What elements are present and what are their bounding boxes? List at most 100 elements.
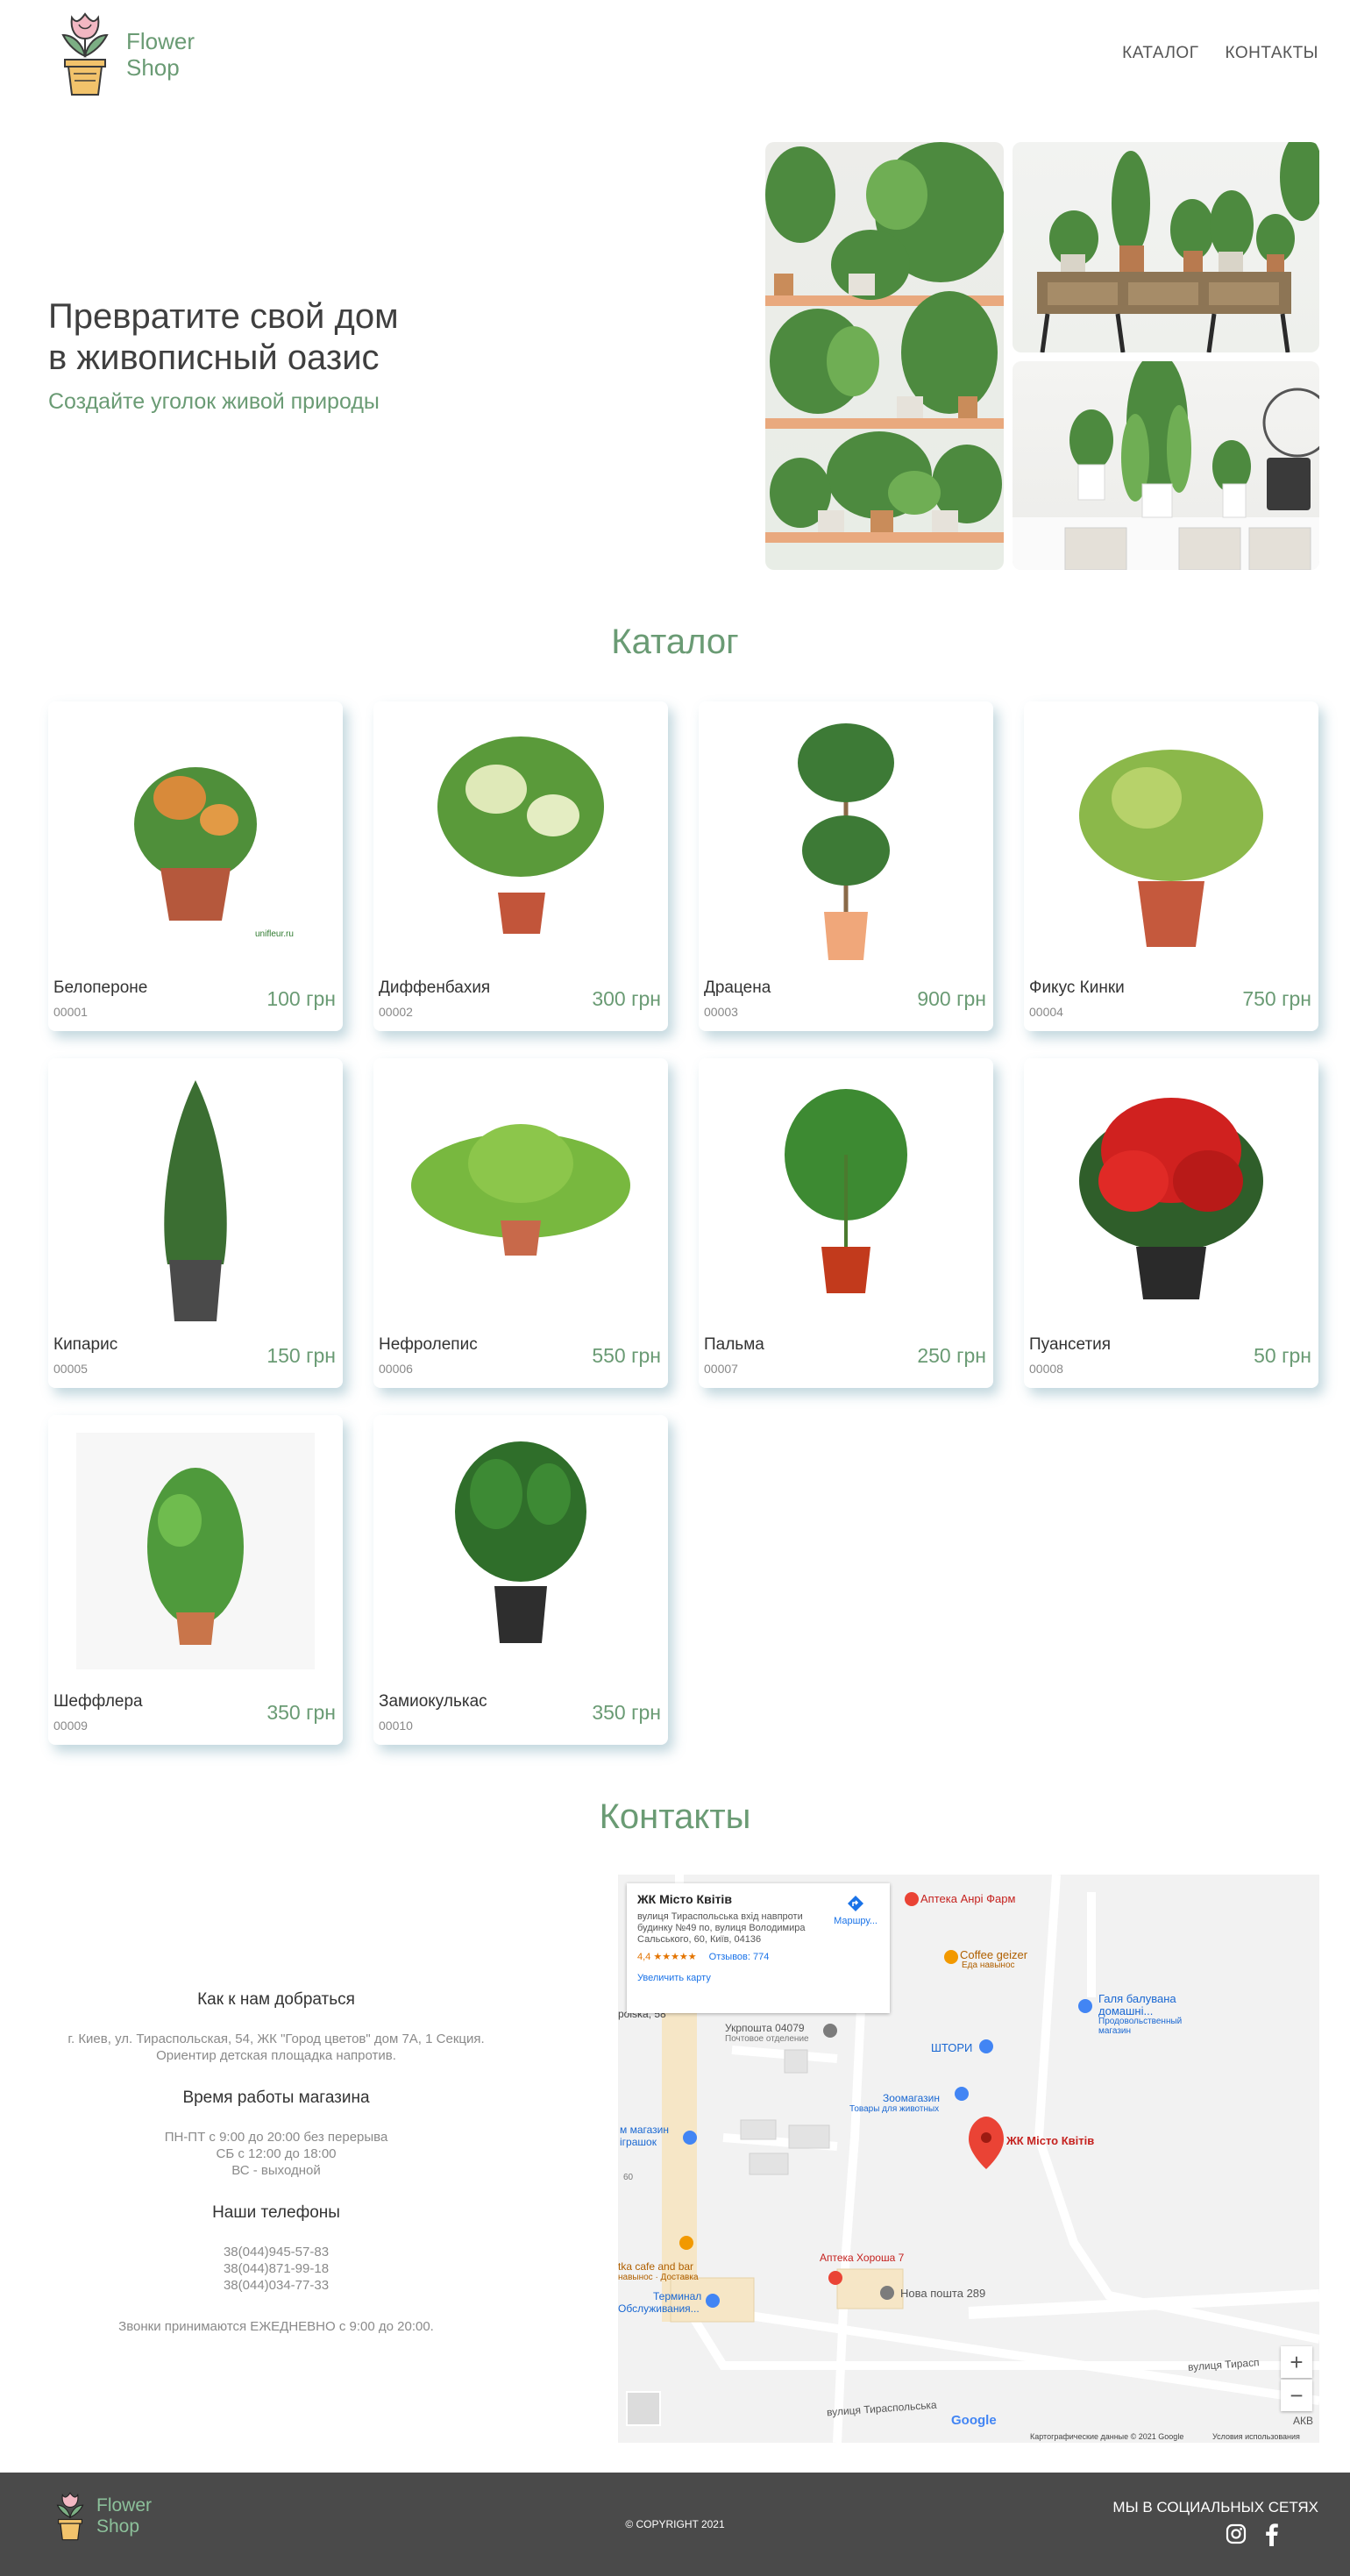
social-icons — [1226, 2523, 1278, 2546]
google-logo: Google — [951, 2413, 997, 2428]
product-image[interactable] — [699, 1058, 993, 1330]
product-price: 100 грн — [266, 987, 336, 1010]
phone-2[interactable]: 38(044)871-99-18 — [48, 2260, 504, 2277]
image-watermark: unifleur.ru — [255, 929, 294, 939]
hours-line2: СБ с 12:00 до 18:00 — [216, 2146, 337, 2161]
route-label: Маршру... — [834, 1916, 878, 1926]
main-nav: КАТАЛОГ КОНТАКТЫ — [1122, 44, 1318, 63]
hero-subtitle: Создайте уголок живой природы — [48, 389, 380, 414]
map-label-ukrposhta: Укрпошта 04079 — [725, 2022, 805, 2034]
hero-image-shelves — [765, 142, 1004, 570]
address-line1: г. Киев, ул. Тираспольская, 54, ЖК "Горо… — [68, 2032, 485, 2046]
site-header: Flower Shop КАТАЛОГ КОНТАКТЫ — [0, 0, 1350, 110]
hours-heading: Время работы магазина — [182, 2089, 370, 2107]
map-label-nova: Нова пошта 289 — [900, 2287, 986, 2300]
map-pin-icon[interactable] — [969, 2117, 1004, 2169]
copyright: © COPYRIGHT 2021 — [625, 2518, 725, 2530]
footer-brand-name: Flower Shop — [96, 2495, 152, 2537]
brand-line2: Shop — [126, 54, 180, 81]
product-name: Пальма — [704, 1335, 764, 1354]
map-label-coffee-sub: Еда навынос — [962, 1960, 1015, 1970]
map-label-zoo: Зоомагазин — [883, 2092, 941, 2104]
zoom-out-button[interactable]: − — [1281, 2380, 1312, 2411]
product-image[interactable] — [1024, 701, 1318, 973]
map-label-apteka-anri: Аптека Анрі Фарм — [920, 1892, 1016, 1905]
map-label-apteka-horosha: Аптека Хороша 7 — [820, 2252, 905, 2264]
product-image[interactable] — [373, 701, 668, 973]
map-label-galia: Галя балувана — [1098, 1992, 1176, 2005]
flower-pot-icon — [56, 2492, 84, 2541]
address-text: г. Киев, ул. Тираспольская, 54, ЖК "Горо… — [48, 2031, 504, 2064]
brand-line1: Flower — [126, 28, 195, 54]
map-label-zoo-sub: Товары для животных — [849, 2104, 940, 2114]
product-card[interactable]: Диффенбахия 00002 300 грн — [373, 701, 668, 1031]
phone-3[interactable]: 38(044)034-77-33 — [48, 2277, 504, 2294]
product-price: 550 грн — [592, 1344, 661, 1367]
product-image[interactable] — [48, 1058, 343, 1330]
social-title: МЫ В СОЦИАЛЬНЫХ СЕТЯХ — [1112, 2499, 1318, 2516]
product-image[interactable] — [48, 1415, 343, 1687]
product-card[interactable]: Пуансетия 00008 50 грн — [1024, 1058, 1318, 1388]
product-card[interactable]: Фикус Кинки 00004 750 грн — [1024, 701, 1318, 1031]
route-button[interactable]: Маршру... — [834, 1894, 878, 1926]
instagram-icon[interactable] — [1226, 2523, 1247, 2544]
product-price: 350 грн — [592, 1701, 661, 1724]
logo[interactable]: Flower Shop — [58, 11, 195, 98]
map-copyright: Картографические данные © 2021 Google — [1030, 2432, 1184, 2441]
hero-image-console — [1012, 142, 1319, 352]
hours-text: ПН-ПТ с 9:00 до 20:00 без перерыва СБ с … — [48, 2129, 504, 2179]
product-card[interactable]: Кипарис 00005 150 грн — [48, 1058, 343, 1388]
map-terms-link[interactable]: Условия использования — [1212, 2432, 1300, 2441]
contact-info: Как к нам добраться г. Киев, ул. Тираспо… — [48, 1990, 504, 2359]
nav-catalog-link[interactable]: КАТАЛОГ — [1122, 44, 1198, 63]
product-code: 00001 — [53, 1005, 88, 1019]
product-name: Драцена — [704, 978, 771, 997]
product-name: Фикус Кинки — [1029, 978, 1125, 997]
product-image[interactable] — [373, 1415, 668, 1687]
product-card[interactable]: Пальма 00007 250 грн — [699, 1058, 993, 1388]
product-card[interactable]: Шеффлера 00009 350 грн — [48, 1415, 343, 1745]
product-code: 00002 — [379, 1005, 413, 1019]
product-image[interactable] — [699, 701, 993, 973]
flower-pot-icon — [61, 12, 109, 96]
product-price: 750 грн — [1242, 987, 1311, 1010]
product-card[interactable]: Нефролепис 00006 550 грн — [373, 1058, 668, 1388]
place-info-card: ЖК Місто Квітів вулиця Тираспольська вхі… — [627, 1883, 890, 2013]
product-image[interactable]: unifleur.ru — [48, 701, 343, 973]
product-card[interactable]: Драцена 00003 900 грн — [699, 701, 993, 1031]
place-address: вулиця Тираспольська вхід навпроти будин… — [637, 1911, 806, 1945]
google-map[interactable]: Аптека Анрі Фарм Coffee geizer Еда навын… — [618, 1875, 1319, 2443]
footer-brand-line1: Flower — [96, 2495, 153, 2516]
product-name: Диффенбахия — [379, 978, 491, 997]
catalog-title: Каталог — [611, 623, 739, 661]
product-code: 00005 — [53, 1362, 88, 1376]
product-card[interactable]: Замиокулькас 00010 350 грн — [373, 1415, 668, 1745]
zoom-in-button[interactable]: + — [1281, 2346, 1312, 2378]
product-code: 00009 — [53, 1719, 88, 1733]
product-card[interactable]: unifleur.ru Белопероне 00001 100 грн — [48, 701, 343, 1031]
product-name: Пуансетия — [1029, 1335, 1112, 1354]
hero-title-line1: Превратите свой дом — [48, 297, 399, 336]
phone-1[interactable]: 38(044)945-57-83 — [48, 2244, 504, 2260]
map-label-cafe: tka cafe and bar — [618, 2260, 694, 2273]
facebook-icon[interactable] — [1266, 2523, 1278, 2546]
reviews-link[interactable]: Отзывов: 774 — [709, 1952, 770, 1962]
product-name: Замиокулькас — [379, 1692, 487, 1711]
map-label-shtory: ШТОРИ — [931, 2041, 973, 2054]
site-footer: Flower Shop © COPYRIGHT 2021 МЫ В СОЦИАЛ… — [0, 2473, 1350, 2576]
map-label-target: ЖК Місто Квітів — [1006, 2134, 1095, 2147]
enlarge-map-link[interactable]: Увеличить карту — [637, 1973, 879, 1983]
product-image[interactable] — [1024, 1058, 1318, 1330]
hero-title: Превратите свой дом в живописный оазис — [48, 296, 679, 379]
product-price: 350 грн — [266, 1701, 336, 1724]
map-label-toys: м магазин — [620, 2124, 669, 2136]
footer-logo[interactable]: Flower Shop — [54, 2490, 152, 2543]
nav-contacts-link[interactable]: КОНТАКТЫ — [1226, 44, 1319, 63]
phones-heading: Наши телефоны — [212, 2203, 340, 2222]
product-name: Шеффлера — [53, 1692, 143, 1711]
map-label-terminal: Терминал — [653, 2290, 702, 2302]
product-image[interactable] — [373, 1058, 668, 1330]
map-label-coffee: Coffee geizer — [960, 1948, 1028, 1961]
product-code: 00007 — [704, 1362, 738, 1376]
product-name: Белопероне — [53, 978, 148, 997]
